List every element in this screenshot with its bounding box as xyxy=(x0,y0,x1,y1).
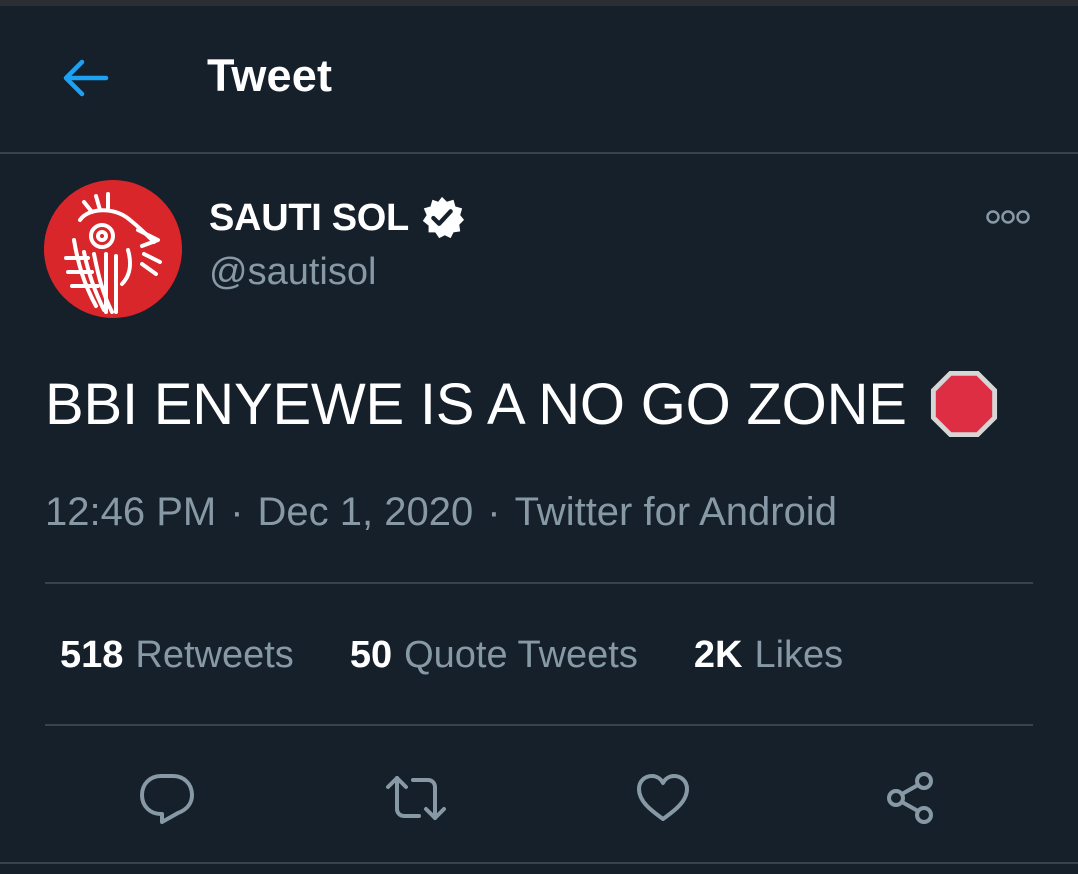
avatar[interactable] xyxy=(44,180,182,318)
stop-sign-emoji-icon xyxy=(930,370,997,438)
author-row[interactable]: SAUTI SOL xyxy=(209,194,465,242)
quote-tweets-stat[interactable]: 50 Quote Tweets xyxy=(350,634,638,677)
share-icon xyxy=(887,772,933,824)
meta-separator: · xyxy=(487,489,501,534)
stats-bottom-divider xyxy=(45,724,1033,726)
tweet-text: BBI ENYEWE IS A NO GO ZONE xyxy=(45,371,907,437)
verified-badge-icon xyxy=(422,196,465,239)
header-divider xyxy=(0,152,1078,154)
retweets-label: Retweets xyxy=(135,633,294,676)
tweet-meta: 12:46 PM · Dec 1, 2020 · Twitter for And… xyxy=(45,488,837,536)
retweets-stat[interactable]: 518 Retweets xyxy=(60,634,294,677)
likes-label: Likes xyxy=(754,633,844,676)
more-options-icon xyxy=(986,210,1030,224)
like-icon xyxy=(637,774,689,821)
tweet-date[interactable]: Dec 1, 2020 xyxy=(258,490,474,535)
like-button[interactable] xyxy=(625,760,701,836)
tweet-source-link[interactable]: Twitter for Android xyxy=(515,490,837,535)
likes-stat[interactable]: 2K Likes xyxy=(694,634,843,677)
tweet-time: 12:46 PM xyxy=(45,489,217,534)
more-options-button[interactable] xyxy=(984,204,1032,230)
retweet-button[interactable] xyxy=(378,760,454,836)
retweets-count: 518 xyxy=(60,633,124,676)
reply-icon xyxy=(140,774,194,824)
reply-button[interactable] xyxy=(129,760,205,836)
quote-tweets-label: Quote Tweets xyxy=(404,633,638,676)
meta-separator: · xyxy=(230,489,244,534)
share-button[interactable] xyxy=(872,760,948,836)
user-handle[interactable]: @sautisol xyxy=(209,251,376,294)
app-header: Tweet xyxy=(0,6,1078,152)
back-button[interactable] xyxy=(58,56,112,100)
arrow-left-icon xyxy=(63,59,109,97)
bottom-divider xyxy=(0,862,1078,864)
engagement-stats: 518 Retweets 50 Quote Tweets 2K Likes xyxy=(60,632,899,678)
tweet-actions xyxy=(0,760,1078,836)
tweet-body: BBI ENYEWE IS A NO GO ZONE xyxy=(45,366,999,442)
page-title: Tweet xyxy=(207,50,333,101)
stats-top-divider xyxy=(45,582,1033,584)
quote-tweets-count: 50 xyxy=(349,633,393,676)
likes-count: 2K xyxy=(693,633,743,676)
rooster-logo-icon xyxy=(44,180,182,318)
retweet-icon xyxy=(386,776,446,820)
display-name[interactable]: SAUTI SOL xyxy=(209,197,409,240)
